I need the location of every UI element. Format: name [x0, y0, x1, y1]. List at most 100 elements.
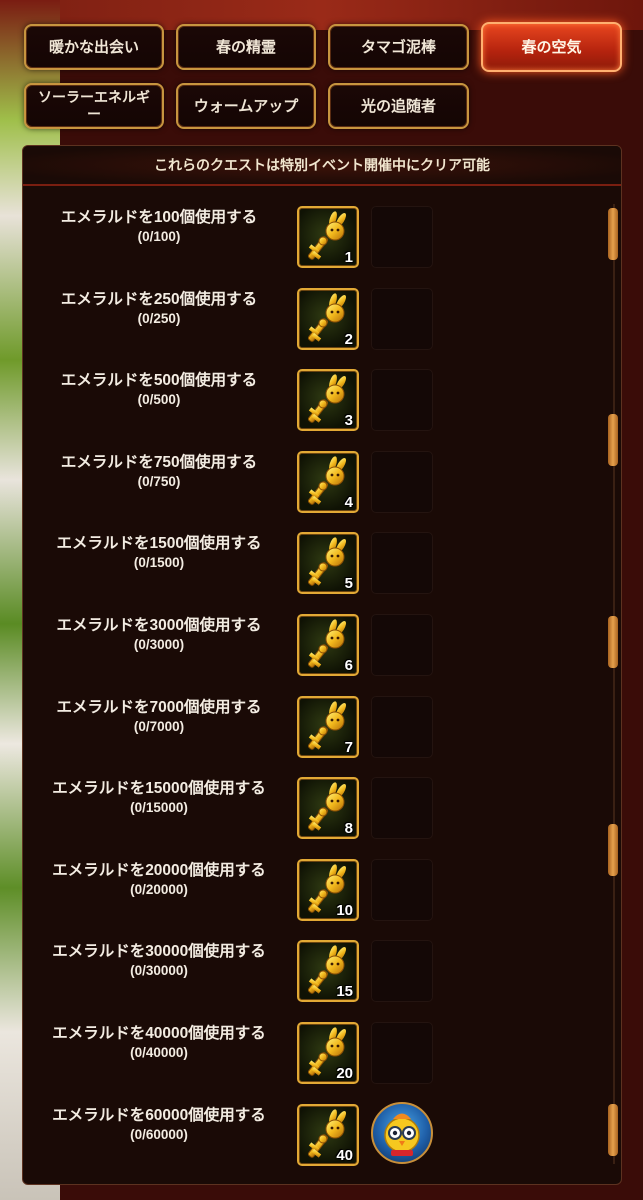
scroll-thumb[interactable]	[608, 208, 618, 260]
tab-egg-thief[interactable]: タマゴ泥棒	[328, 24, 469, 70]
event-notice: これらのクエストは特別イベント開催中にクリア可能	[23, 146, 621, 186]
empty-reward-slot	[371, 940, 433, 1003]
quest-title: エメラルドを1500個使用する	[56, 535, 262, 553]
quest-row: エメラルドを20000個使用する (0/20000) 10	[23, 847, 593, 929]
quest-progress: (0/40000)	[130, 1044, 188, 1060]
quest-text: エメラルドを3000個使用する (0/3000)	[23, 616, 295, 654]
quest-progress: (0/750)	[137, 473, 181, 489]
scroll-track[interactable]	[613, 204, 615, 1164]
scroll-thumb[interactable]	[608, 1104, 618, 1156]
quest-title: エメラルドを60000個使用する	[52, 1106, 266, 1124]
reward-item[interactable]: 4	[297, 450, 359, 513]
reward-count: 2	[344, 330, 353, 348]
empty-reward-slot	[371, 206, 433, 268]
quest-progress: (0/500)	[137, 392, 181, 408]
reward-count: 20	[336, 1064, 353, 1082]
reward-count: 40	[336, 1146, 353, 1164]
tab-warm-up[interactable]: ウォームアップ	[176, 83, 316, 129]
quest-title: エメラルドを40000個使用する	[52, 1024, 266, 1042]
reward-count: 5	[344, 575, 353, 593]
quest-row: エメラルドを750個使用する (0/750) 4	[23, 439, 593, 521]
scroll-thumb[interactable]	[608, 616, 618, 668]
quest-title: エメラルドを20000個使用する	[52, 861, 266, 879]
chick-avatar-icon	[384, 1113, 420, 1156]
reward-item[interactable]: 1	[297, 206, 359, 268]
quest-row: エメラルドを40000個使用する (0/40000) 20	[23, 1010, 593, 1092]
tab-solar-energy[interactable]: ソーラーエネルギー	[24, 83, 164, 129]
quest-title: エメラルドを15000個使用する	[52, 780, 266, 798]
quest-text: エメラルドを100個使用する (0/100)	[23, 208, 295, 246]
quest-row: エメラルドを7000個使用する (0/7000) 7	[23, 684, 593, 766]
quest-title: エメラルドを250個使用する	[60, 290, 258, 308]
quest-title: エメラルドを7000個使用する	[56, 698, 262, 716]
tab-spring-air[interactable]: 春の空気	[481, 22, 622, 72]
quest-progress: (0/1500)	[133, 555, 185, 571]
reward-item[interactable]: 8	[297, 777, 359, 840]
tab-spring-spirit[interactable]: 春の精霊	[176, 24, 316, 70]
quest-panel: これらのクエストは特別イベント開催中にクリア可能 エメラルドを100個使用する (…	[22, 145, 622, 1185]
scroll-thumb[interactable]	[608, 824, 618, 876]
quest-text: エメラルドを60000個使用する (0/60000)	[23, 1106, 295, 1144]
quest-title: エメラルドを500個使用する	[60, 372, 258, 390]
quest-progress: (0/60000)	[130, 1126, 188, 1142]
bonus-reward-avatar[interactable]	[371, 1101, 433, 1164]
reward-count: 15	[336, 983, 353, 1001]
reward-item[interactable]: 40	[297, 1103, 359, 1166]
quest-text: エメラルドを250個使用する (0/250)	[23, 290, 295, 328]
quest-row: エメラルドを15000個使用する (0/15000) 8	[23, 765, 593, 847]
reward-item[interactable]: 6	[297, 613, 359, 676]
quest-progress: (0/30000)	[130, 963, 188, 979]
reward-count: 1	[344, 249, 353, 266]
empty-reward-slot	[371, 287, 433, 350]
quest-progress: (0/20000)	[130, 881, 188, 897]
empty-reward-slot	[371, 1021, 433, 1084]
quest-row: エメラルドを500個使用する (0/500) 3	[23, 357, 593, 439]
reward-item[interactable]: 20	[297, 1021, 359, 1084]
quest-row: エメラルドを1500個使用する (0/1500) 5	[23, 520, 593, 602]
quest-text: エメラルドを40000個使用する (0/40000)	[23, 1024, 295, 1062]
reward-count: 8	[344, 820, 353, 838]
empty-reward-slot	[371, 613, 433, 676]
quest-progress: (0/7000)	[133, 718, 185, 734]
event-tab-bar: 暖かな出会い 春の精霊 タマゴ泥棒 春の空気 ソーラーエネルギー ウォームアップ…	[0, 0, 643, 140]
quest-progress: (0/100)	[137, 229, 181, 244]
quest-text: エメラルドを30000個使用する (0/30000)	[23, 942, 295, 980]
quest-row: エメラルドを250個使用する (0/250) 2	[23, 276, 593, 358]
quest-text: エメラルドを20000個使用する (0/20000)	[23, 861, 295, 899]
quest-title: エメラルドを30000個使用する	[52, 943, 266, 961]
quest-text: エメラルドを750個使用する (0/750)	[23, 453, 295, 491]
reward-count: 3	[344, 412, 353, 430]
quest-progress: (0/250)	[137, 310, 181, 326]
reward-count: 4	[344, 493, 353, 511]
quest-progress: (0/3000)	[133, 636, 185, 652]
quest-title: エメラルドを100個使用する	[60, 209, 258, 226]
quest-text: エメラルドを7000個使用する (0/7000)	[23, 698, 295, 736]
tab-light-follower[interactable]: 光の追随者	[328, 83, 469, 129]
empty-reward-slot	[371, 532, 433, 595]
empty-reward-slot	[371, 369, 433, 432]
reward-count: 10	[336, 901, 353, 919]
quest-title: エメラルドを750個使用する	[60, 453, 258, 471]
reward-item[interactable]: 7	[297, 695, 359, 758]
reward-item[interactable]: 3	[297, 369, 359, 432]
quest-row: エメラルドを60000個使用する (0/60000) 40	[23, 1092, 593, 1174]
reward-item[interactable]: 15	[297, 940, 359, 1003]
quest-text: エメラルドを1500個使用する (0/1500)	[23, 534, 295, 572]
scroll-thumb[interactable]	[608, 414, 618, 466]
quest-row: エメラルドを30000個使用する (0/30000) 15	[23, 928, 593, 1010]
empty-reward-slot	[371, 858, 433, 921]
quest-progress: (0/15000)	[130, 800, 188, 816]
empty-reward-slot	[371, 450, 433, 513]
reward-count: 7	[344, 738, 353, 756]
empty-reward-slot	[371, 777, 433, 840]
quest-row: エメラルドを100個使用する (0/100) 1	[23, 194, 593, 276]
quest-row: エメラルドを3000個使用する (0/3000) 6	[23, 602, 593, 684]
quest-list: エメラルドを100個使用する (0/100) 1 エメラルドを250個使用する (0/2…	[23, 194, 593, 1173]
reward-item[interactable]: 10	[297, 858, 359, 921]
tab-warm-encounter[interactable]: 暖かな出会い	[24, 24, 164, 70]
quest-text: エメラルドを500個使用する (0/500)	[23, 371, 295, 409]
reward-item[interactable]: 2	[297, 287, 359, 350]
reward-count: 6	[344, 656, 353, 674]
empty-reward-slot	[371, 695, 433, 758]
reward-item[interactable]: 5	[297, 532, 359, 595]
